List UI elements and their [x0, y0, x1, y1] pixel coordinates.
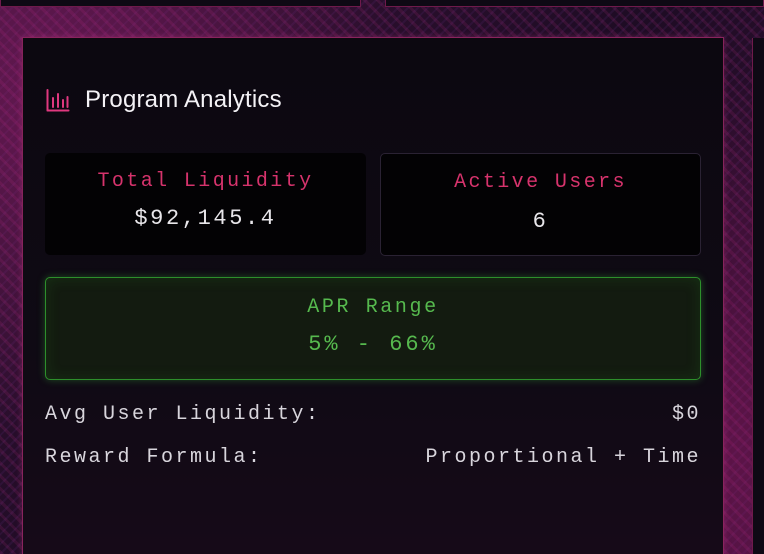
top-right-panel [385, 0, 764, 7]
avg-user-liquidity-label: Avg User Liquidity: [45, 403, 321, 426]
card-title: Program Analytics [85, 86, 282, 113]
active-users-label: Active Users [454, 171, 627, 194]
adjacent-card-edge [752, 38, 764, 554]
card-header: Program Analytics [45, 86, 282, 114]
active-users-value: 6 [532, 209, 549, 234]
apr-range-panel: APR Range 5% - 66% [45, 277, 701, 380]
reward-formula-label: Reward Formula: [45, 446, 263, 469]
apr-range-label: APR Range [307, 296, 439, 319]
reward-formula-row: Reward Formula: Proportional + Time [45, 446, 701, 469]
avg-user-liquidity-value: $0 [671, 403, 701, 426]
reward-formula-value: Proportional + Time [425, 446, 701, 469]
total-liquidity-label: Total Liquidity [97, 170, 314, 193]
top-left-panel [0, 0, 361, 7]
apr-range-value: 5% - 66% [308, 332, 438, 357]
avg-user-liquidity-row: Avg User Liquidity: $0 [45, 403, 701, 426]
total-liquidity-stat: Total Liquidity $92,145.4 [45, 153, 366, 255]
active-users-stat: Active Users 6 [380, 153, 701, 256]
bar-chart-icon [45, 88, 70, 113]
total-liquidity-value: $92,145.4 [134, 206, 277, 231]
